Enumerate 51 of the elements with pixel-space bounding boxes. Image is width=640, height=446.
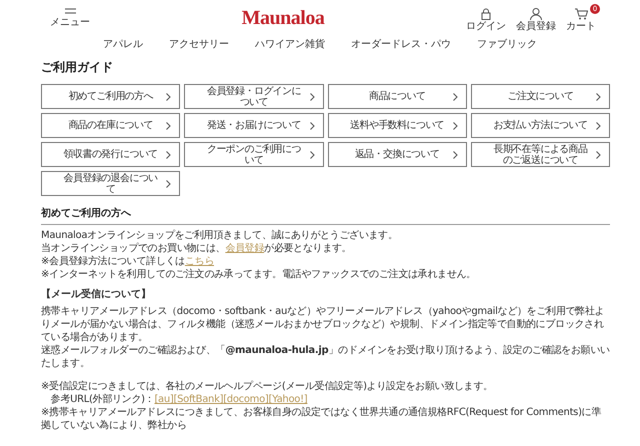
section-heading: 初めてご利用の方へ bbox=[41, 206, 610, 225]
guide-button[interactable]: お支払い方法について bbox=[470, 113, 610, 138]
chevron-icon bbox=[310, 150, 314, 158]
logo[interactable]: Maunaloa bbox=[242, 6, 324, 30]
guide-button[interactable]: 会員登録の退会について bbox=[41, 171, 180, 196]
paragraph-text: ※会員登録方法について詳しくはこちら bbox=[41, 255, 215, 268]
lock-icon bbox=[481, 8, 491, 20]
guide-button[interactable]: 商品の在庫について bbox=[41, 113, 180, 138]
person-icon bbox=[530, 8, 542, 20]
chevron-icon bbox=[452, 150, 458, 158]
guide-button[interactable]: 商品について bbox=[328, 84, 467, 109]
login-button[interactable]: ログイン bbox=[466, 8, 506, 32]
nav-link[interactable]: ハワイアン雑貨 bbox=[255, 37, 325, 51]
paragraph-text: Maunaloaオンラインショップをご利用頂きまして、誠にありがとうございます。 bbox=[41, 229, 399, 242]
guide-button[interactable]: 長期不在等による商品のご返送について bbox=[470, 142, 610, 167]
menu-button[interactable]: メニュー bbox=[40, 8, 100, 28]
guide-button[interactable]: クーポンのご利用について bbox=[184, 142, 324, 167]
chevron-icon bbox=[452, 122, 458, 130]
chevron-icon bbox=[596, 122, 601, 130]
guide-button[interactable]: ご注文について bbox=[470, 84, 610, 109]
nav-link[interactable]: オーダードレス・パウ bbox=[351, 37, 451, 51]
guide-button[interactable]: 領収書の発行について bbox=[41, 142, 180, 167]
paragraph-text: 参考URL(外部リンク)：[au][SoftBank][docomo][Yahoo!] bbox=[50, 393, 308, 406]
nav-link[interactable]: ファブリック bbox=[477, 37, 537, 51]
paragraph-text: 当オンラインショップでのお買い物には、会員登録が必要となります。 bbox=[41, 242, 352, 255]
guide-button[interactable]: 初めてご利用の方へ bbox=[41, 84, 180, 109]
nav-link[interactable]: アクセサリー bbox=[169, 37, 229, 51]
chevron-icon bbox=[596, 150, 601, 158]
member-button[interactable]: 会員登録 bbox=[516, 8, 556, 32]
cart-icon bbox=[574, 8, 588, 20]
page-title: ご利用ガイド bbox=[41, 59, 114, 76]
guide-button[interactable]: 送料や手数料について bbox=[328, 113, 467, 138]
paragraph-text: 携帯キャリアメールアドレス（docomo・softbank・auなど）やフリーメールアドレス（yahooやgmailなど）をご利用で弊社よりメールが届かない場合は、フィルタ機能（迷惑メールおまかせブロックなど）や規制、ドメイン指定等で自動的にブロックされている場合があります。 bbox=[41, 305, 606, 344]
chevron-icon bbox=[166, 122, 172, 130]
paragraph-text: ※受信設定につきましては、各社のメールヘルプページ(メール受信設定等)より設定をお願い致します。 bbox=[41, 380, 494, 393]
paragraph-text: ※インターネットを利用してのご注文のみ承ってます。電話やファックスでのご注文は承れません。 bbox=[41, 268, 477, 281]
chevron-icon bbox=[166, 92, 172, 100]
chevron-icon bbox=[166, 180, 172, 188]
nav-link[interactable]: アパレル bbox=[103, 37, 143, 51]
chevron-icon bbox=[596, 92, 601, 100]
chevron-icon bbox=[310, 92, 314, 100]
chevron-icon bbox=[452, 92, 458, 100]
paragraph-text: ※携帯キャリアメールアドレスにつきまして、お客様自身の設定ではなく世界共通の通信規格RFC(Request for Comments)に準拠していない為により、弊社から bbox=[41, 406, 602, 432]
chevron-icon bbox=[166, 150, 172, 158]
guide-button[interactable]: 返品・交換について bbox=[328, 142, 467, 167]
subheading: 【メール受信について】 bbox=[41, 288, 152, 301]
chevron-icon bbox=[310, 122, 314, 130]
guide-button[interactable]: 会員登録・ログインについて bbox=[184, 84, 324, 109]
menu-icon bbox=[64, 8, 76, 16]
guide-button[interactable]: 発送・お届けについて bbox=[184, 113, 324, 138]
paragraph-text: 迷惑メールフォルダーのご確認および、「@maunaloa-hula.jp」のドメインをお受け取り頂けるよう、設定のご確認をお願いいたします。 bbox=[41, 344, 610, 370]
